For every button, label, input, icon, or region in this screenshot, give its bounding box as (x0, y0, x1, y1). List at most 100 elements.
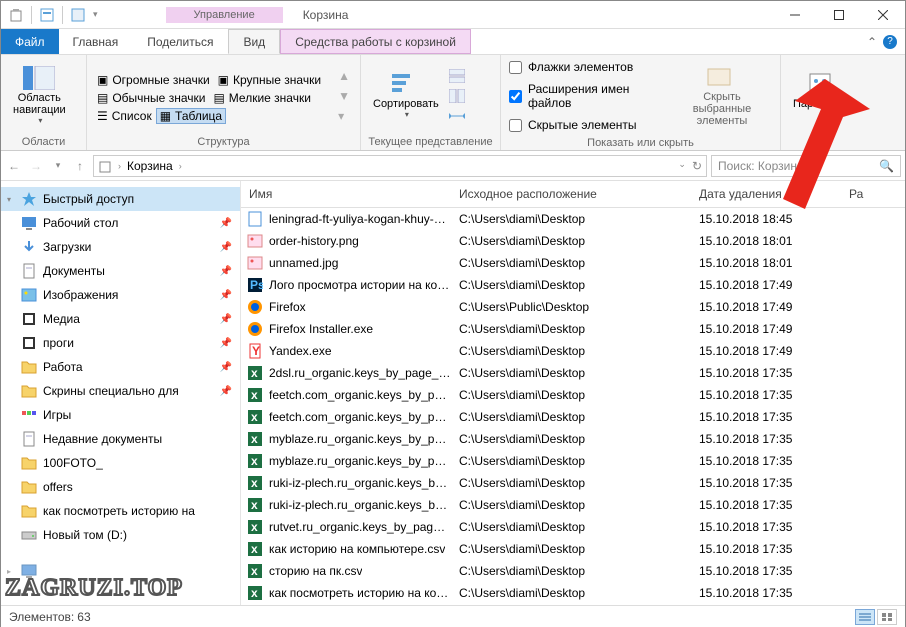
hide-selected-button[interactable]: Скрыть выбранные элементы (670, 60, 774, 132)
showhide-group-label: Показать или скрыть (507, 135, 774, 149)
panes-group-label: Области (7, 134, 80, 148)
sidebar-item[interactable]: проги📌 (1, 331, 240, 355)
file-row[interactable]: xmyblaze.ru_organic.keys_by_page_...C:\U… (241, 428, 905, 450)
sidebar-item[interactable]: 100FOTO_ (1, 451, 240, 475)
file-name: 2dsl.ru_organic.keys_by_page_1490... (269, 366, 451, 380)
large-icons-option[interactable]: ▣Крупные значки (214, 72, 325, 88)
file-row[interactable]: PsЛого просмотра истории на ком...C:\Use… (241, 274, 905, 296)
column-date-deleted[interactable]: Дата удаления ⌄ (691, 185, 841, 203)
forward-button[interactable]: → (27, 157, 45, 175)
sidebar-item[interactable]: как посмотреть историю на (1, 499, 240, 523)
addr-dropdown-icon[interactable]: ⌄ (678, 159, 686, 173)
sort-button[interactable]: Сортировать▾ (367, 60, 445, 132)
file-date: 15.10.2018 17:35 (691, 496, 841, 514)
folder-icon (21, 431, 37, 447)
add-columns-icon[interactable] (449, 89, 465, 103)
file-icon: x (247, 585, 263, 601)
share-tab[interactable]: Поделиться (133, 29, 228, 54)
file-row[interactable]: xruki-iz-plech.ru_organic.keys_by_p...C:… (241, 494, 905, 516)
refresh-icon[interactable]: ↻ (692, 159, 702, 173)
huge-icons-option[interactable]: ▣Огромные значки (93, 72, 214, 88)
normal-icons-option[interactable]: ▤Обычные значки (93, 90, 209, 106)
sidebar-item[interactable]: Документы📌 (1, 259, 240, 283)
file-row[interactable]: Firefox Installer.exeC:\Users\diami\Desk… (241, 318, 905, 340)
sidebar-item[interactable]: Рабочий стол📌 (1, 211, 240, 235)
recent-locations-icon[interactable]: ▾ (49, 157, 67, 175)
file-location: C:\Users\diami\Desktop (451, 430, 691, 448)
size-columns-icon[interactable] (449, 109, 465, 123)
help-icon[interactable]: ? (883, 35, 897, 49)
small-icons-option[interactable]: ▤Мелкие значки (209, 90, 314, 106)
column-extra[interactable]: Ра (841, 185, 905, 203)
file-row[interactable]: xfeetch.com_organic.keys_by_page_...C:\U… (241, 384, 905, 406)
back-button[interactable]: ← (5, 157, 23, 175)
sidebar-item[interactable]: Скрины специально для📌 (1, 379, 240, 403)
group-by-icon[interactable] (449, 69, 465, 83)
file-row[interactable]: x2dsl.ru_organic.keys_by_page_1490...C:\… (241, 362, 905, 384)
file-row[interactable]: xfeetch.com_organic.keys_by_page_...C:\U… (241, 406, 905, 428)
up-button[interactable]: ↑ (71, 157, 89, 175)
scroll-down-icon[interactable]: ▼ (338, 89, 350, 103)
this-pc-node[interactable]: ▸ (1, 559, 240, 583)
column-name[interactable]: Имя (241, 185, 451, 203)
options-button[interactable]: Параметры▾ (787, 60, 858, 132)
sidebar-item[interactable]: offers (1, 475, 240, 499)
details-option[interactable]: ▦Таблица (156, 108, 226, 124)
sidebar-item[interactable]: Работа📌 (1, 355, 240, 379)
item-count-label: Элементов: (9, 610, 74, 624)
recycle-tools-tab[interactable]: Средства работы с корзиной (280, 29, 471, 54)
file-row[interactable]: xкак посмотреть историю на ком...C:\User… (241, 582, 905, 604)
address-bar: ← → ▾ ↑ › Корзина › ⌄ ↻ Поиск: Корзина 🔍 (1, 151, 905, 181)
file-row[interactable]: xrutvet.ru_organic.keys_by_page_16...C:\… (241, 516, 905, 538)
file-icon (247, 211, 263, 227)
file-row[interactable]: YYandex.exeC:\Users\diami\Desktop15.10.2… (241, 340, 905, 362)
file-row[interactable]: order-history.pngC:\Users\diami\Desktop1… (241, 230, 905, 252)
maximize-button[interactable] (817, 1, 861, 29)
file-name: feetch.com_organic.keys_by_page_... (269, 410, 451, 424)
expand-icon[interactable]: ▸ (7, 567, 11, 576)
large-icons-view-button[interactable] (877, 609, 897, 625)
quick-access-node[interactable]: ▾ Быстрый доступ (1, 187, 240, 211)
star-icon (21, 191, 37, 207)
breadcrumb-bar[interactable]: › Корзина › ⌄ ↻ (93, 155, 707, 177)
item-checkboxes-toggle[interactable]: Флажки элементов (507, 57, 666, 77)
sidebar-item[interactable]: Новый том (D:) (1, 523, 240, 547)
column-location[interactable]: Исходное расположение (451, 185, 691, 203)
sort-indicator-icon: ⌄ (787, 191, 794, 200)
sidebar-item[interactable]: Загрузки📌 (1, 235, 240, 259)
new-window-icon[interactable] (71, 8, 85, 22)
view-tab[interactable]: Вид (228, 29, 280, 54)
sidebar-item[interactable]: Игры (1, 403, 240, 427)
search-input[interactable]: Поиск: Корзина 🔍 (711, 155, 901, 177)
sidebar-item-label: проги (43, 336, 74, 350)
sidebar-item[interactable]: Медиа📌 (1, 307, 240, 331)
qat-dropdown-icon[interactable]: ▾ (93, 9, 98, 20)
list-option[interactable]: ☰Список (93, 108, 156, 124)
navigation-pane-button[interactable]: Область навигации ▾ (7, 60, 72, 132)
sidebar-item[interactable]: Недавние документы (1, 427, 240, 451)
home-tab[interactable]: Главная (59, 29, 134, 54)
close-button[interactable] (861, 1, 905, 29)
file-row[interactable]: leningrad-ft-yuliya-kogan-khuy-m...C:\Us… (241, 208, 905, 230)
expand-icon[interactable]: ▾ (338, 109, 350, 123)
file-row[interactable]: xкак историю на компьютере.csvC:\Users\d… (241, 538, 905, 560)
hidden-items-toggle[interactable]: Скрытые элементы (507, 115, 666, 135)
scroll-up-icon[interactable]: ▲ (338, 69, 350, 83)
file-row[interactable]: unnamed.jpgC:\Users\diami\Desktop15.10.2… (241, 252, 905, 274)
file-row[interactable]: xсторию на пк.csvC:\Users\diami\Desktop1… (241, 560, 905, 582)
collapse-ribbon-icon[interactable]: ⌃ (867, 35, 877, 49)
file-tab[interactable]: Файл (1, 29, 59, 54)
file-list-pane: Имя Исходное расположение Дата удаления … (241, 181, 905, 605)
sidebar-item[interactable]: Изображения📌 (1, 283, 240, 307)
file-extensions-toggle[interactable]: Расширения имен файлов (507, 79, 666, 113)
file-row[interactable]: xmyblaze.ru_organic.keys_by_page_...C:\U… (241, 450, 905, 472)
properties-icon[interactable] (40, 8, 54, 22)
file-row[interactable]: xruki-iz-plech.ru_organic.keys_by_p...C:… (241, 472, 905, 494)
svg-text:x: x (251, 454, 258, 468)
window-title: Корзина (303, 8, 349, 22)
breadcrumb-root[interactable]: Корзина (127, 159, 173, 173)
file-row[interactable]: FirefoxC:\Users\Public\Desktop15.10.2018… (241, 296, 905, 318)
expand-icon[interactable]: ▾ (7, 195, 11, 204)
details-view-button[interactable] (855, 609, 875, 625)
minimize-button[interactable] (773, 1, 817, 29)
